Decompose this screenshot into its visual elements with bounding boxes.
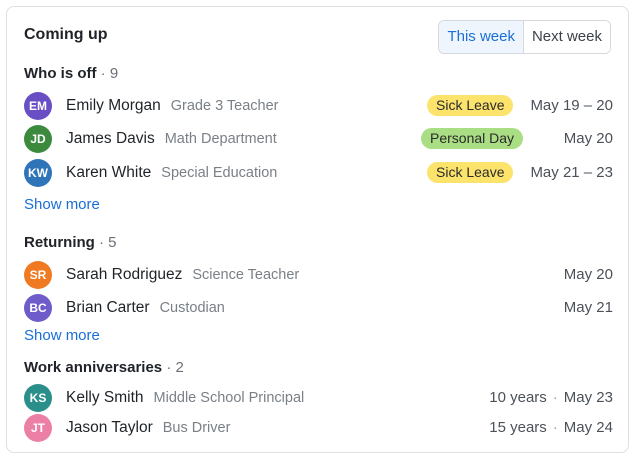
date-range: May 20 — [563, 130, 613, 147]
person-role: Science Teacher — [192, 267, 300, 283]
return-date: May 20 — [563, 266, 613, 283]
person-name-text: James Davis — [66, 130, 155, 147]
returning-heading: Returning · 5 — [24, 234, 117, 251]
avatar: BC — [24, 294, 52, 322]
person-name-text: Jason Taylor — [66, 419, 153, 436]
person-role: Bus Driver — [162, 420, 231, 436]
person-name: James Davis Math Department — [66, 130, 277, 148]
person-name: Sarah Rodriguez Science Teacher — [66, 266, 299, 284]
list-item[interactable]: KW Karen White Special Education Sick Lea… — [24, 158, 613, 188]
person-name: Emily Morgan Grade 3 Teacher — [66, 97, 279, 115]
week-toggle: This week Next week — [438, 20, 611, 54]
section-count: · 5 — [99, 234, 117, 251]
person-name: Jason Taylor Bus Driver — [66, 419, 230, 437]
person-name: Karen White Special Education — [66, 164, 277, 182]
list-item[interactable]: SR Sarah Rodriguez Science Teacher May 20 — [24, 260, 613, 290]
anniversary-date: May 23 — [563, 389, 613, 406]
person-role: Middle School Principal — [153, 390, 305, 406]
status-badge: Sick Leave — [427, 162, 514, 183]
person-name-text: Sarah Rodriguez — [66, 266, 183, 283]
section-title: Who is off — [24, 65, 97, 82]
person-name-text: Kelly Smith — [66, 389, 144, 406]
person-role: Special Education — [161, 165, 278, 181]
list-item[interactable]: JT Jason Taylor Bus Driver 15 years · May 2… — [24, 413, 613, 443]
anniversary-years: 10 years — [489, 389, 547, 406]
avatar: EM — [24, 92, 52, 120]
next-week-tab[interactable]: Next week — [523, 21, 610, 53]
card-title: Coming up — [24, 26, 108, 43]
person-name-text: Emily Morgan — [66, 97, 161, 114]
returning-show-more-link[interactable]: Show more — [24, 327, 100, 344]
anniversary-info: 10 years · May 23 — [489, 389, 613, 406]
status-badge: Personal Day — [421, 128, 524, 149]
person-role: Custodian — [159, 300, 225, 316]
avatar: JT — [24, 414, 52, 442]
status-badge: Sick Leave — [427, 95, 514, 116]
separator-dot: · — [552, 419, 558, 436]
return-date: May 21 — [563, 299, 613, 316]
avatar: SR — [24, 261, 52, 289]
anniversary-info: 15 years · May 24 — [489, 419, 613, 436]
person-role: Grade 3 Teacher — [170, 98, 279, 114]
list-item[interactable]: BC Brian Carter Custodian May 21 — [24, 293, 613, 323]
date-range: May 19 – 20 — [530, 97, 613, 114]
who-is-off-show-more-link[interactable]: Show more — [24, 196, 100, 213]
anniversary-date: May 24 — [563, 419, 613, 436]
person-name-text: Brian Carter — [66, 299, 150, 316]
section-title: Work anniversaries — [24, 359, 163, 376]
person-role: Math Department — [164, 131, 277, 147]
section-title: Returning — [24, 234, 95, 251]
person-name: Brian Carter Custodian — [66, 299, 225, 317]
anniversaries-heading: Work anniversaries · 2 — [24, 359, 184, 376]
list-item[interactable]: JD James Davis Math Department Personal D… — [24, 124, 613, 154]
avatar: KW — [24, 159, 52, 187]
list-item[interactable]: EM Emily Morgan Grade 3 Teacher Sick Leav… — [24, 91, 613, 121]
this-week-tab[interactable]: This week — [439, 21, 524, 53]
coming-up-card: Coming up This week Next week Who is off… — [6, 6, 629, 453]
person-name-text: Karen White — [66, 164, 152, 181]
section-count: · 9 — [100, 65, 119, 82]
anniversary-years: 15 years — [489, 419, 547, 436]
section-count: · 2 — [166, 359, 184, 376]
who-is-off-heading: Who is off · 9 — [24, 65, 118, 82]
list-item[interactable]: KS Kelly Smith Middle School Principal 10… — [24, 383, 613, 413]
avatar: KS — [24, 384, 52, 412]
avatar: JD — [24, 125, 52, 153]
date-range: May 21 – 23 — [530, 164, 613, 181]
separator-dot: · — [552, 389, 558, 406]
person-name: Kelly Smith Middle School Principal — [66, 389, 304, 407]
